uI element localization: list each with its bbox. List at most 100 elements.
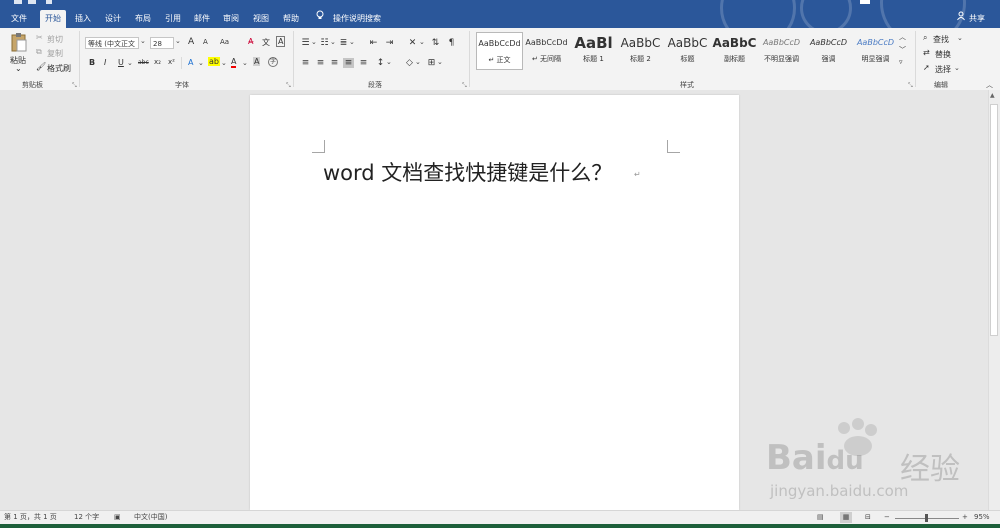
chevron-down-icon[interactable]: ⌄ (198, 59, 204, 67)
font-launcher-icon[interactable]: ⤡ (286, 82, 291, 90)
increase-indent-icon[interactable]: ⇥ (384, 38, 395, 48)
character-border-icon[interactable]: A (276, 36, 286, 47)
font-color-button[interactable]: A (231, 57, 237, 68)
clipboard-launcher-icon[interactable]: ⤡ (72, 82, 77, 90)
chevron-down-icon[interactable]: ⌄ (415, 58, 421, 66)
tab-references[interactable]: 引用 (160, 10, 186, 28)
chevron-down-icon[interactable]: ⌄ (386, 58, 392, 66)
chevron-down-icon[interactable]: ⌄ (140, 37, 146, 45)
clear-formatting-icon[interactable]: A̶ (248, 37, 253, 46)
multilevel-list-icon[interactable]: ≣ (338, 38, 349, 48)
bullets-icon[interactable]: ☰ (300, 38, 311, 48)
styles-more-icon[interactable]: ▿ (899, 58, 903, 66)
chevron-down-icon[interactable]: ⌄ (127, 59, 133, 67)
italic-button[interactable]: I (104, 58, 106, 67)
enclose-characters-icon[interactable]: 字 (268, 57, 278, 67)
grow-font-button[interactable]: A (188, 37, 194, 47)
word-count[interactable]: 12 个字 (74, 511, 99, 524)
style-heading-2[interactable]: AaBbC 标题 2 (617, 32, 664, 70)
collapse-ribbon-icon[interactable]: ︿ (986, 80, 993, 90)
style-emphasis[interactable]: AaBbCcD 强调 (805, 32, 852, 70)
tab-home[interactable]: 开始 (40, 10, 66, 28)
phonetic-guide-icon[interactable]: 文 (262, 37, 270, 48)
style-no-spacing[interactable]: AaBbCcDd ↵ 无间隔 (523, 32, 570, 70)
cut-button[interactable]: 剪切 (47, 34, 63, 45)
asian-layout-icon[interactable]: ✕ (407, 38, 418, 48)
chevron-down-icon[interactable]: ⌄ (954, 64, 960, 72)
chevron-down-icon[interactable]: ⌄ (242, 59, 248, 67)
select-button[interactable]: 选择 (935, 64, 951, 75)
tab-file[interactable]: 文件 (6, 10, 32, 28)
styles-scroll-down-icon[interactable]: ﹀ (899, 45, 906, 55)
tab-insert[interactable]: 插入 (70, 10, 96, 28)
zoom-in-button[interactable]: + (962, 511, 968, 524)
paste-dropdown-caret[interactable]: ⌄ (15, 64, 22, 73)
quick-access-save-icon[interactable] (14, 0, 22, 4)
decrease-indent-icon[interactable]: ⇤ (368, 38, 379, 48)
borders-icon[interactable]: ⊞ (426, 58, 437, 68)
chevron-down-icon[interactable]: ⌄ (957, 34, 963, 42)
font-size-combo[interactable]: 28 (150, 37, 174, 49)
tab-design[interactable]: 设计 (100, 10, 126, 28)
tab-help[interactable]: 帮助 (278, 10, 304, 28)
page-count[interactable]: 第 1 页，共 1 页 (4, 511, 57, 524)
style-subtitle[interactable]: AaBbC 副标题 (711, 32, 758, 70)
zoom-slider-thumb[interactable] (925, 514, 928, 522)
numbering-icon[interactable]: ☷ (319, 38, 330, 48)
scroll-up-icon[interactable]: ▲ (990, 92, 995, 99)
quick-access-undo-icon[interactable] (28, 0, 36, 4)
change-case-button[interactable]: Aa (220, 38, 229, 46)
read-mode-icon[interactable]: ▤ (817, 511, 824, 524)
align-right-icon[interactable]: ≡ (329, 58, 340, 68)
find-button[interactable]: 查找 (933, 34, 949, 45)
sort-icon[interactable]: ⇅ (430, 38, 441, 48)
document-text[interactable]: word 文档查找快捷键是什么？ (323, 157, 612, 187)
chevron-down-icon[interactable]: ⌄ (221, 59, 227, 67)
share-button[interactable]: 共享 (966, 10, 988, 28)
replace-button[interactable]: 替换 (935, 49, 951, 60)
style-heading-1[interactable]: AaBl 标题 1 (570, 32, 617, 70)
bold-button[interactable]: B (89, 58, 95, 67)
character-shading-icon[interactable]: A (253, 57, 261, 66)
web-layout-icon[interactable]: ⊟ (865, 511, 871, 524)
styles-scroll-up-icon[interactable]: ︿ (899, 32, 906, 42)
justify-icon[interactable]: ≡ (343, 58, 354, 68)
tab-layout[interactable]: 布局 (130, 10, 156, 28)
distributed-icon[interactable]: ≡ (358, 58, 369, 68)
style-title[interactable]: AaBbC 标题 (664, 32, 711, 70)
zoom-level[interactable]: 95% (974, 511, 990, 524)
tab-review[interactable]: 审阅 (218, 10, 244, 28)
shading-icon[interactable]: ◇ (404, 58, 415, 68)
proofing-icon[interactable]: ▣ (114, 511, 121, 524)
align-center-icon[interactable]: ≡ (315, 58, 326, 68)
show-marks-icon[interactable]: ¶ (446, 38, 457, 48)
paste-icon[interactable] (10, 32, 28, 54)
chevron-down-icon[interactable]: ⌄ (419, 38, 425, 46)
scrollbar-thumb[interactable] (990, 104, 998, 336)
styles-launcher-icon[interactable]: ⤡ (908, 82, 913, 90)
style-subtle-emphasis[interactable]: AaBbCcD 不明显强调 (758, 32, 805, 70)
account-avatar[interactable] (860, 0, 870, 4)
chevron-down-icon[interactable]: ⌄ (330, 38, 336, 46)
chevron-down-icon[interactable]: ⌄ (349, 38, 355, 46)
font-name-combo[interactable]: 等线 (中文正文 (85, 37, 139, 49)
tab-view[interactable]: 视图 (248, 10, 274, 28)
shrink-font-button[interactable]: A (203, 38, 208, 46)
highlight-color-icon[interactable]: ab (208, 57, 220, 66)
chevron-down-icon[interactable]: ⌄ (311, 38, 317, 46)
style-normal[interactable]: AaBbCcDd ↵ 正文 (476, 32, 523, 70)
chevron-down-icon[interactable]: ⌄ (437, 58, 443, 66)
print-layout-icon[interactable]: ▦ (840, 512, 852, 523)
underline-button[interactable]: U (118, 58, 124, 67)
align-left-icon[interactable]: ≡ (300, 58, 311, 68)
superscript-button[interactable]: x² (168, 58, 175, 66)
strikethrough-button[interactable]: abc (138, 59, 149, 66)
format-painter-button[interactable]: 格式刷 (47, 63, 71, 74)
line-spacing-icon[interactable]: ↕ (375, 58, 386, 68)
subscript-button[interactable]: x₂ (154, 58, 161, 66)
language-indicator[interactable]: 中文(中国) (134, 511, 167, 524)
text-effects-icon[interactable]: A (188, 58, 193, 67)
chevron-down-icon[interactable]: ⌄ (175, 37, 181, 45)
paragraph-launcher-icon[interactable]: ⤡ (462, 82, 467, 90)
quick-access-redo-icon[interactable] (46, 0, 52, 4)
